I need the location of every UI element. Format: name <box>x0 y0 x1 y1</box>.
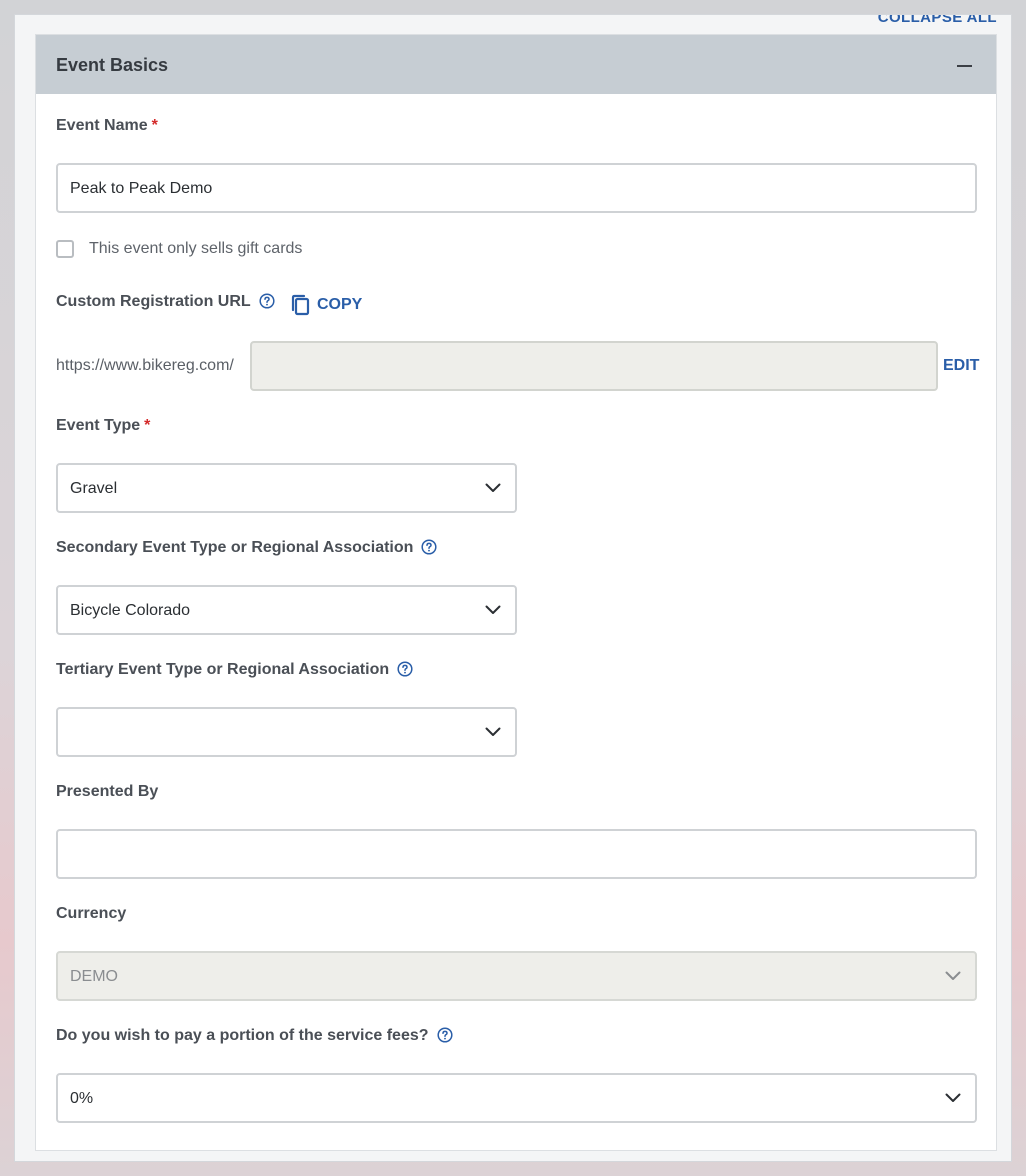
copy-label: COPY <box>317 296 363 313</box>
service-fees-label-text: Do you wish to pay a portion of the serv… <box>56 1027 429 1044</box>
collapse-icon[interactable] <box>957 65 972 67</box>
chevron-down-icon <box>485 727 501 736</box>
currency-value: DEMO <box>70 968 118 985</box>
currency-label-text: Currency <box>56 905 127 922</box>
event-settings-card: COLLAPSE ALL Event Basics Event Name * Pe… <box>14 14 1012 1162</box>
tertiary-type-select[interactable] <box>56 707 517 757</box>
registration-url-label: Custom Registration URL <box>56 293 275 311</box>
chevron-down-icon <box>485 605 501 614</box>
edit-url-link[interactable]: EDIT <box>943 357 979 375</box>
presented-by-input[interactable] <box>56 829 977 879</box>
chevron-down-icon <box>945 1093 961 1102</box>
event-type-select[interactable]: Gravel <box>56 463 517 513</box>
chevron-down-icon <box>945 971 961 980</box>
panel-title: Event Basics <box>56 55 169 75</box>
event-type-label: Event Type * <box>56 417 150 435</box>
copy-button[interactable]: COPY <box>290 293 362 317</box>
gift-cards-option[interactable]: This event only sells gift cards <box>56 238 302 260</box>
tertiary-type-label: Tertiary Event Type or Regional Associat… <box>56 661 413 679</box>
service-fees-label: Do you wish to pay a portion of the serv… <box>56 1027 453 1045</box>
help-icon[interactable] <box>436 1027 453 1043</box>
service-fees-value: 0% <box>70 1090 94 1107</box>
event-name-label-text: Event Name <box>56 117 148 134</box>
tertiary-type-label-text: Tertiary Event Type or Regional Associat… <box>56 661 390 678</box>
service-fees-select[interactable]: 0% <box>56 1073 977 1123</box>
currency-label: Currency <box>56 905 126 923</box>
event-name-label: Event Name * <box>56 117 158 135</box>
secondary-type-label-text: Secondary Event Type or Regional Associa… <box>56 539 414 556</box>
required-mark: * <box>144 417 151 434</box>
gift-cards-checkbox[interactable] <box>56 240 74 258</box>
event-type-value: Gravel <box>70 480 118 497</box>
event-name-value: Peak to Peak Demo <box>70 180 213 197</box>
required-mark: * <box>151 117 158 134</box>
secondary-type-label: Secondary Event Type or Regional Associa… <box>56 539 437 557</box>
copy-icon <box>291 294 310 316</box>
panel-header[interactable]: Event Basics <box>36 35 996 94</box>
help-icon[interactable] <box>397 661 413 677</box>
chevron-down-icon <box>485 483 501 492</box>
registration-url-input[interactable] <box>250 341 938 391</box>
secondary-type-select[interactable]: Bicycle Colorado <box>56 585 517 635</box>
event-name-input[interactable]: Peak to Peak Demo <box>56 163 977 213</box>
gift-cards-label: This event only sells gift cards <box>89 240 303 257</box>
event-basics-panel: Event Basics Event Name * Peak to Peak De… <box>35 34 997 1151</box>
event-type-label-text: Event Type <box>56 417 141 434</box>
url-prefix: https://www.bikereg.com/ <box>56 357 234 374</box>
currency-select: DEMO <box>56 951 977 1001</box>
help-icon[interactable] <box>259 293 275 309</box>
help-icon[interactable] <box>421 539 437 555</box>
secondary-type-value: Bicycle Colorado <box>70 602 191 619</box>
presented-by-label: Presented By <box>56 783 158 801</box>
presented-by-label-text: Presented By <box>56 783 159 800</box>
registration-url-label-text: Custom Registration URL <box>56 293 251 310</box>
collapse-all-link[interactable]: COLLAPSE ALL <box>878 15 997 26</box>
